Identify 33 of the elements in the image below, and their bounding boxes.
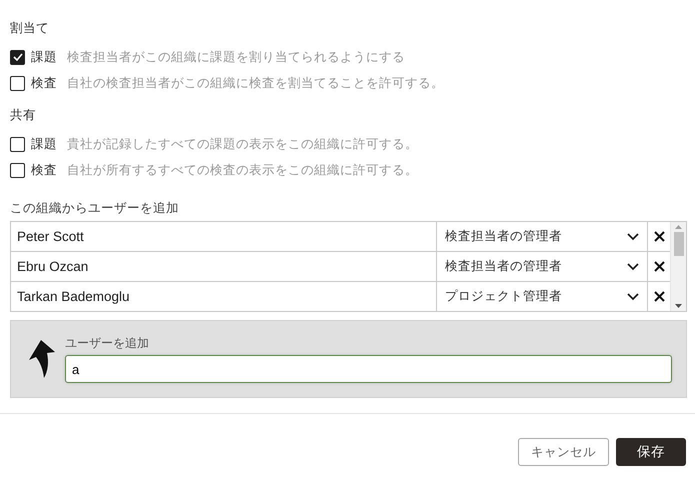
- checkbox[interactable]: [10, 162, 25, 178]
- option-description: 検査担当者がこの組織に課題を割り当てられるようにする: [67, 48, 405, 66]
- chevron-down-icon: [627, 292, 639, 300]
- option-description: 自社が所有するすべての検査の表示をこの組織に許可する。: [67, 162, 418, 178]
- chevron-down-icon: [627, 232, 639, 240]
- checkbox[interactable]: [10, 76, 25, 90]
- option-description: 自社の検査担当者がこの組織に検査を割当てることを許可する。: [67, 74, 444, 92]
- section-title: 共有: [10, 107, 37, 124]
- field-label: ユーザーを追加: [65, 335, 150, 352]
- checkbox-label: 検査: [31, 74, 57, 92]
- add-user-input[interactable]: a: [65, 355, 672, 383]
- table-title: この組織からユーザーを追加: [10, 200, 180, 217]
- user-name-cell: Tarkan Bademoglu: [11, 282, 437, 311]
- checkbox[interactable]: [10, 136, 25, 152]
- user-name-cell: Ebru Ozcan: [11, 252, 437, 281]
- chevron-down-icon: [627, 262, 639, 270]
- close-icon: [654, 261, 664, 272]
- checkbox-label: 検査: [31, 162, 57, 178]
- scroll-down-icon[interactable]: [675, 304, 682, 308]
- save-button[interactable]: 保存: [616, 438, 686, 466]
- checkbox[interactable]: [10, 50, 25, 64]
- check-icon: [12, 53, 22, 61]
- close-icon: [654, 231, 664, 242]
- checkbox-label: 課題: [31, 136, 57, 152]
- checkbox-label: 課題: [31, 48, 57, 66]
- cancel-button[interactable]: キャンセル: [518, 438, 609, 466]
- curved-arrow-icon: [27, 338, 57, 380]
- user-name-cell: Peter Scott: [11, 222, 437, 251]
- scrollbar-thumb[interactable]: [674, 232, 684, 256]
- close-icon: [654, 291, 664, 302]
- scrollbar[interactable]: [670, 222, 686, 311]
- section-title: 割当て: [10, 20, 50, 37]
- option-description: 貴社が記録したすべての課題の表示をこの組織に許可する。: [67, 136, 418, 152]
